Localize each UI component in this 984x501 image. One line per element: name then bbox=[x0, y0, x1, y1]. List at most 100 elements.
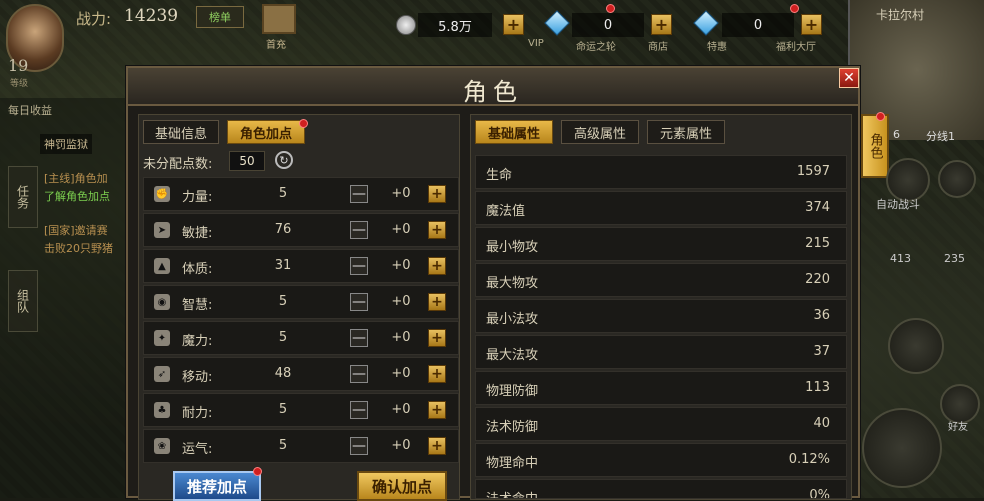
rank-button[interactable]: 榜单 bbox=[196, 6, 244, 28]
stamina-icon: ♣ bbox=[154, 402, 170, 418]
target-icon[interactable] bbox=[938, 160, 976, 198]
increase-button[interactable]: + bbox=[428, 293, 446, 311]
stat-value: 5 bbox=[278, 402, 288, 417]
quest-list[interactable]: [主线]角色加 了解角色加点 [国家]邀请赛 击败20只野猪 bbox=[44, 170, 130, 258]
stat-value: 5 bbox=[278, 438, 288, 453]
tab-stat-allocation[interactable]: 角色加点 bbox=[227, 120, 305, 144]
increase-button[interactable]: + bbox=[428, 257, 446, 275]
close-button[interactable]: ✕ bbox=[839, 68, 859, 88]
potion-count-b: 235 bbox=[944, 252, 965, 265]
decrease-button[interactable]: — bbox=[350, 257, 368, 275]
power-value: 14239 bbox=[124, 6, 179, 26]
decrease-button[interactable]: — bbox=[350, 293, 368, 311]
attribute-value: 1597 bbox=[796, 164, 830, 179]
team-tab[interactable]: 组队 bbox=[8, 270, 38, 332]
attribute-name: 最大法攻 bbox=[486, 348, 539, 363]
vip-label[interactable]: VIP bbox=[528, 38, 544, 49]
quest-desc: 击败20只野猪 bbox=[44, 242, 113, 255]
stat-row-magic: ✦ 魔力: 5 — +0 + bbox=[143, 321, 459, 355]
attribute-value: 36 bbox=[813, 308, 830, 323]
skill-button[interactable] bbox=[888, 318, 944, 374]
character-dialog: 角色 ✕ 基础信息 角色加点 未分配点数: 50 ↻ ✊ 力量: 5 — +0 … bbox=[126, 66, 860, 501]
decrease-button[interactable]: — bbox=[350, 365, 368, 383]
unallocated-points-value: 50 bbox=[229, 151, 265, 171]
fortune-wheel-label[interactable]: 命运之轮 bbox=[576, 38, 616, 53]
alert-dot bbox=[876, 112, 885, 121]
confirm-allocation-button[interactable]: 确认加点 bbox=[357, 471, 447, 501]
special-offer-label[interactable]: 特惠 bbox=[707, 38, 727, 53]
player-level: 19 bbox=[8, 56, 29, 75]
alert-dot bbox=[790, 4, 799, 13]
attribute-value: 374 bbox=[805, 200, 830, 215]
quest-desc: 了解角色加点 bbox=[44, 190, 110, 203]
stat-added: +0 bbox=[391, 294, 411, 309]
task-tab[interactable]: 任务 bbox=[8, 166, 38, 228]
tab-basic-info[interactable]: 基础信息 bbox=[143, 120, 219, 144]
decrease-button[interactable]: — bbox=[350, 329, 368, 347]
first-charge-icon[interactable] bbox=[262, 4, 296, 34]
increase-button[interactable]: + bbox=[428, 329, 446, 347]
attribute-value: 0% bbox=[809, 488, 830, 499]
map-title: 卡拉尔村 bbox=[876, 8, 925, 22]
diamond-amount-b: 0 bbox=[722, 13, 794, 37]
attack-swords-icon[interactable] bbox=[862, 408, 942, 488]
luck-icon: ❀ bbox=[154, 438, 170, 454]
decrease-button[interactable]: — bbox=[350, 401, 368, 419]
stat-name: 运气: bbox=[182, 442, 213, 457]
daily-income-label[interactable]: 每日收益 bbox=[8, 102, 52, 118]
tab-basic-attributes[interactable]: 基础属性 bbox=[475, 120, 553, 144]
increase-button[interactable]: + bbox=[428, 221, 446, 239]
decrease-button[interactable]: — bbox=[350, 221, 368, 239]
recommend-allocation-button[interactable]: 推荐加点 bbox=[173, 471, 261, 501]
attribute-name: 最小法攻 bbox=[486, 312, 539, 327]
friend-label: 好友 bbox=[948, 422, 968, 433]
stat-allocation-panel: 基础信息 角色加点 未分配点数: 50 ↻ ✊ 力量: 5 — +0 + ➤ 敏… bbox=[138, 114, 460, 501]
map-coordinate: 6 bbox=[893, 128, 900, 141]
auto-battle-label: 自动战斗 bbox=[876, 198, 920, 211]
add-diamond-button-a[interactable]: + bbox=[651, 14, 672, 35]
reset-icon[interactable]: ↻ bbox=[275, 151, 293, 169]
stat-added: +0 bbox=[391, 366, 411, 381]
quest-title: [国家]邀请赛 bbox=[44, 224, 108, 237]
constitution-icon: ▲ bbox=[154, 258, 170, 274]
attribute-row: 物理防御 113 bbox=[475, 371, 847, 405]
stat-row-strength: ✊ 力量: 5 — +0 + bbox=[143, 177, 459, 211]
add-diamond-button-b[interactable]: + bbox=[801, 14, 822, 35]
increase-button[interactable]: + bbox=[428, 401, 446, 419]
stat-name: 力量: bbox=[182, 190, 213, 205]
potion-count-a: 413 bbox=[890, 252, 911, 265]
attribute-value: 0.12% bbox=[788, 452, 830, 467]
level-caption: 等级 bbox=[10, 79, 29, 89]
power-label: 战力: bbox=[76, 10, 112, 28]
attributes-panel: 基础属性 高级属性 元素属性 生命 1597 魔法值 374 最小物攻 215 … bbox=[470, 114, 852, 500]
silver-amount: 5.8万 bbox=[418, 13, 492, 37]
decrease-button[interactable]: — bbox=[350, 185, 368, 203]
tab-element-attributes[interactable]: 元素属性 bbox=[647, 120, 725, 144]
attribute-name: 魔法值 bbox=[486, 204, 526, 219]
map-channel[interactable]: 分线1 bbox=[926, 128, 955, 144]
attribute-value: 220 bbox=[805, 272, 830, 287]
increase-button[interactable]: + bbox=[428, 437, 446, 455]
attribute-row: 法术防御 40 bbox=[475, 407, 847, 441]
shop-label[interactable]: 商店 bbox=[648, 38, 668, 53]
attribute-row: 最大法攻 37 bbox=[475, 335, 847, 369]
increase-button[interactable]: + bbox=[428, 185, 446, 203]
role-tab[interactable]: 角色 bbox=[861, 114, 889, 178]
decrease-button[interactable]: — bbox=[350, 437, 368, 455]
stat-value: 5 bbox=[278, 330, 288, 345]
attribute-row: 物理命中 0.12% bbox=[475, 443, 847, 477]
stat-row-stamina: ♣ 耐力: 5 — +0 + bbox=[143, 393, 459, 427]
agility-icon: ➤ bbox=[154, 222, 170, 238]
stat-row-luck: ❀ 运气: 5 — +0 + bbox=[143, 429, 459, 463]
tab-advanced-attributes[interactable]: 高级属性 bbox=[561, 120, 639, 144]
stat-added: +0 bbox=[391, 438, 411, 453]
stat-added: +0 bbox=[391, 258, 411, 273]
attribute-row: 最大物攻 220 bbox=[475, 263, 847, 297]
unallocated-points-label: 未分配点数: bbox=[143, 157, 213, 172]
add-silver-button[interactable]: + bbox=[503, 14, 524, 35]
welfare-hall-label[interactable]: 福利大厅 bbox=[776, 38, 816, 53]
quest-title: [主线]角色加 bbox=[44, 172, 108, 185]
stat-value: 5 bbox=[278, 294, 288, 309]
battle-location[interactable]: 神罚监狱 bbox=[40, 134, 92, 154]
increase-button[interactable]: + bbox=[428, 365, 446, 383]
